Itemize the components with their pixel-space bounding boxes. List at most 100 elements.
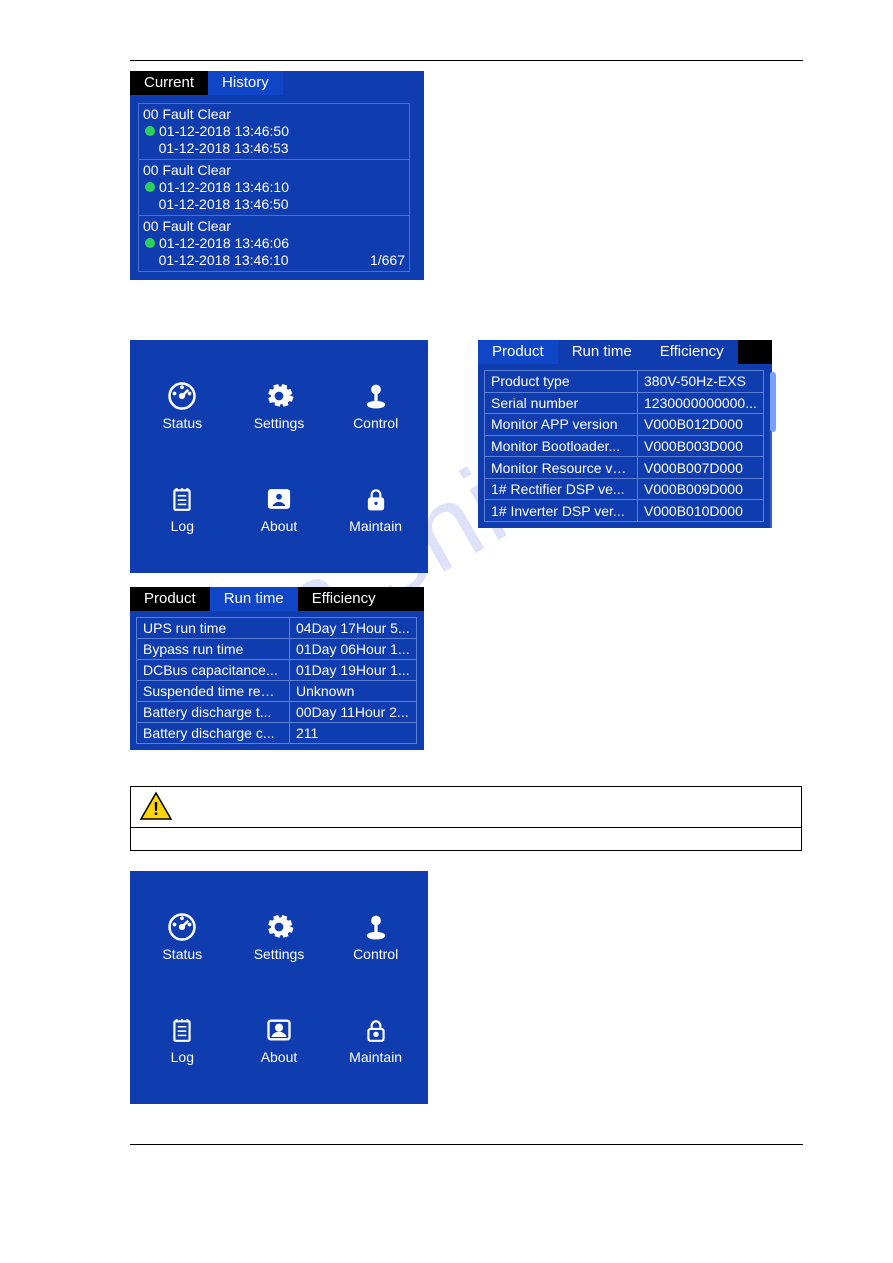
fault-title: Fault Clear — [162, 106, 230, 122]
menu-maintain[interactable]: Maintain — [336, 1013, 416, 1065]
table-row: UPS run time04Day 17Hour 5... — [137, 618, 417, 639]
cell-key: Product type — [485, 371, 638, 393]
menu-label: Settings — [254, 946, 305, 962]
menu-label: Control — [353, 946, 398, 962]
menu-label: Maintain — [349, 1049, 402, 1065]
product-panel: Product Run time Efficiency Product type… — [478, 340, 772, 528]
cell-key: DCBus capacitance... — [137, 660, 290, 681]
table-row: Monitor APP versionV000B012D000 — [485, 414, 764, 436]
runtime-panel: Product Run time Efficiency UPS run time… — [130, 587, 424, 750]
table-row: Serial number1230000000000... — [485, 392, 764, 414]
menu-log[interactable]: Log — [142, 482, 222, 534]
scrollbar[interactable] — [770, 372, 772, 528]
status-dot-icon — [145, 238, 155, 248]
cell-key: UPS run time — [137, 618, 290, 639]
table-row: 1# Rectifier DSP ve...V000B009D000 — [485, 478, 764, 500]
gauge-icon — [165, 910, 199, 944]
tab-runtime[interactable]: Run time — [558, 340, 646, 364]
table-row: Suspended time rem...Unknown — [137, 681, 417, 702]
notepad-icon — [165, 1013, 199, 1047]
menu-control[interactable]: Control — [336, 910, 416, 962]
cell-val: 380V-50Hz-EXS — [638, 371, 764, 393]
lock-icon — [359, 1013, 393, 1047]
gear-icon — [262, 379, 296, 413]
cell-val: V000B007D000 — [638, 457, 764, 479]
history-list: 00 Fault Clear 01-12-2018 13:46:50 01-12… — [138, 103, 410, 272]
table-row: Battery discharge t...00Day 11Hour 2... — [137, 702, 417, 723]
cell-val: Unknown — [290, 681, 417, 702]
gauge-icon — [165, 379, 199, 413]
cell-val: 00Day 11Hour 2... — [290, 702, 417, 723]
cell-val: V000B010D000 — [638, 500, 764, 522]
table-row: Battery discharge c...211 — [137, 723, 417, 744]
cell-val: 04Day 17Hour 5... — [290, 618, 417, 639]
notepad-icon — [165, 482, 199, 516]
rule-top — [130, 60, 803, 61]
person-card-icon — [262, 482, 296, 516]
cell-key: Serial number — [485, 392, 638, 414]
fault-code: 00 — [143, 162, 159, 178]
fault-title: Fault Clear — [162, 218, 230, 234]
list-item[interactable]: 00 Fault Clear 01-12-2018 13:46:06 01-12… — [139, 215, 409, 271]
menu-status[interactable]: Status — [142, 379, 222, 431]
rule-bottom — [130, 1144, 803, 1145]
joystick-icon — [359, 910, 393, 944]
list-item[interactable]: 00 Fault Clear 01-12-2018 13:46:50 01-12… — [139, 104, 409, 159]
menu-label: Control — [353, 415, 398, 431]
cell-key: Bypass run time — [137, 639, 290, 660]
table-row: DCBus capacitance...01Day 19Hour 1... — [137, 660, 417, 681]
cell-key: Battery discharge t... — [137, 702, 290, 723]
menu-label: Settings — [254, 415, 305, 431]
runtime-table: UPS run time04Day 17Hour 5... Bypass run… — [136, 617, 417, 744]
fault-title: Fault Clear — [162, 162, 230, 178]
cell-val: 1230000000000... — [638, 392, 764, 414]
fault-time-start: 01-12-2018 13:46:10 — [159, 179, 289, 195]
menu-settings[interactable]: Settings — [239, 910, 319, 962]
status-dot-icon — [145, 126, 155, 136]
svg-text:!: ! — [153, 799, 159, 819]
cell-key: Monitor Resource ve... — [485, 457, 638, 479]
fault-time-end: 01-12-2018 13:46:10 — [159, 252, 289, 268]
cell-key: Monitor APP version — [485, 414, 638, 436]
fault-time-end: 01-12-2018 13:46:53 — [159, 140, 289, 156]
menu-status[interactable]: Status — [142, 910, 222, 962]
tab-product[interactable]: Product — [478, 340, 558, 364]
cell-val: V000B012D000 — [638, 414, 764, 436]
cell-val: V000B009D000 — [638, 478, 764, 500]
cell-val: 01Day 19Hour 1... — [290, 660, 417, 681]
tab-efficiency[interactable]: Efficiency — [646, 340, 738, 364]
menu-log[interactable]: Log — [142, 1013, 222, 1065]
person-card-icon — [262, 1013, 296, 1047]
lock-icon — [359, 482, 393, 516]
tab-product[interactable]: Product — [130, 587, 210, 611]
cell-key: Monitor Bootloader... — [485, 435, 638, 457]
menu-about[interactable]: About — [239, 482, 319, 534]
cell-key: Battery discharge c... — [137, 723, 290, 744]
tab-runtime[interactable]: Run time — [210, 587, 298, 611]
menu-label: Maintain — [349, 518, 402, 534]
menu-label: About — [261, 518, 298, 534]
cell-key: 1# Rectifier DSP ve... — [485, 478, 638, 500]
cell-val: 211 — [290, 723, 417, 744]
main-menu: Status Settings Control Log — [130, 871, 428, 1104]
menu-control[interactable]: Control — [336, 379, 416, 431]
fault-code: 00 — [143, 106, 159, 122]
list-item[interactable]: 00 Fault Clear 01-12-2018 13:46:10 01-12… — [139, 159, 409, 215]
fault-time-end: 01-12-2018 13:46:50 — [159, 196, 289, 212]
gear-icon — [262, 910, 296, 944]
warning-triangle-icon: ! — [139, 791, 173, 821]
table-row: Bypass run time01Day 06Hour 1... — [137, 639, 417, 660]
tab-history[interactable]: History — [208, 71, 283, 95]
cell-val: V000B003D000 — [638, 435, 764, 457]
menu-label: About — [261, 1049, 298, 1065]
fault-code: 00 — [143, 218, 159, 234]
tab-efficiency[interactable]: Efficiency — [298, 587, 390, 611]
fault-time-start: 01-12-2018 13:46:06 — [159, 235, 289, 251]
pager: 1/667 — [370, 252, 405, 269]
tab-current[interactable]: Current — [130, 71, 208, 95]
menu-maintain[interactable]: Maintain — [336, 482, 416, 534]
cell-key: 1# Inverter DSP ver... — [485, 500, 638, 522]
menu-settings[interactable]: Settings — [239, 379, 319, 431]
menu-about[interactable]: About — [239, 1013, 319, 1065]
status-dot-icon — [145, 182, 155, 192]
